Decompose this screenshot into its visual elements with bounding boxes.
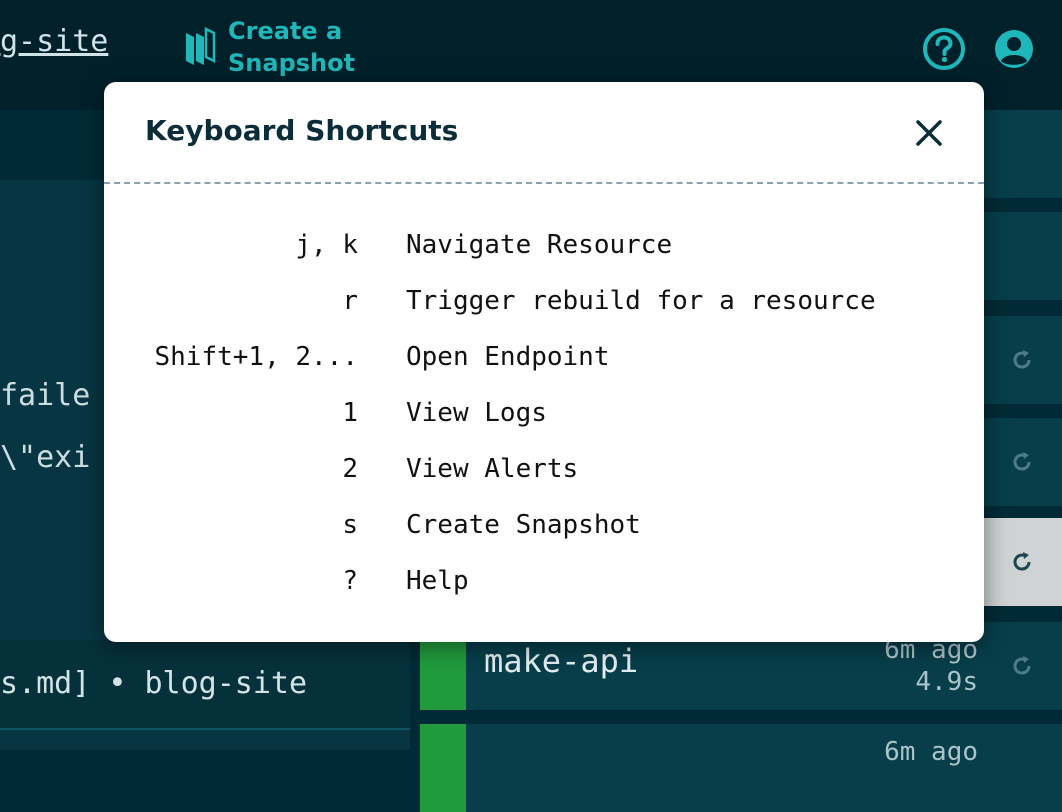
shortcut-description: Navigate Resource [406,230,673,260]
book-stack-icon [186,27,216,65]
log-line: faile [0,378,91,413]
create-snapshot-label: Create a Snapshot [228,17,356,77]
resource-card[interactable]: 6m ago [420,724,1062,812]
shortcut-key: j, k [295,230,358,260]
keyboard-shortcuts-modal: Keyboard Shortcuts j, k Navigate Resourc… [104,82,984,642]
shortcut-description: View Logs [406,398,547,428]
refresh-icon[interactable] [1010,550,1034,574]
shortcut-description: Help [406,566,469,596]
shortcut-key: 1 [342,398,358,428]
user-circle-icon[interactable] [994,29,1034,69]
shortcut-key: r [342,286,358,316]
shortcut-key: s [342,510,358,540]
log-footer: s.md] • blog-site [0,640,410,730]
create-snapshot-button[interactable]: Create a Snapshot [184,16,368,78]
log-footer-text: s.md] • blog-site [0,666,308,701]
shortcut-row: Shift+1, 2... Open Endpoint [104,342,984,398]
resource-time: 6m ago 4.9s [884,634,978,698]
resource-name: make-api [484,642,639,680]
shortcut-description: View Alerts [406,454,579,484]
shortcut-description: Trigger rebuild for a resource [406,286,876,316]
shortcut-key: 2 [342,454,358,484]
log-line: \"exi [0,440,91,475]
question-circle-icon[interactable] [922,27,966,71]
shortcut-row: 2 View Alerts [104,454,984,510]
modal-header: Keyboard Shortcuts [104,82,984,184]
refresh-icon[interactable] [1010,654,1034,678]
resource-updated: 6m ago [884,737,978,767]
resource-duration: 4.9s [915,667,978,697]
shortcut-key: ? [342,566,358,596]
shortcut-row: r Trigger rebuild for a resource [104,286,984,342]
shortcut-key: Shift+1, 2... [154,342,359,372]
shortcut-description: Open Endpoint [406,342,610,372]
shortcut-row: ? Help [104,566,984,622]
status-indicator [420,724,466,812]
resource-time: 6m ago [884,736,978,768]
refresh-icon[interactable] [1010,348,1034,372]
shortcut-row: j, k Navigate Resource [104,230,984,286]
shortcut-description: Create Snapshot [406,510,641,540]
close-icon[interactable] [914,118,944,148]
refresh-icon[interactable] [1010,450,1034,474]
modal-title: Keyboard Shortcuts [145,114,459,147]
shortcut-row: s Create Snapshot [104,510,984,566]
shortcut-row: 1 View Logs [104,398,984,454]
site-title-link[interactable]: g-site [0,24,108,59]
